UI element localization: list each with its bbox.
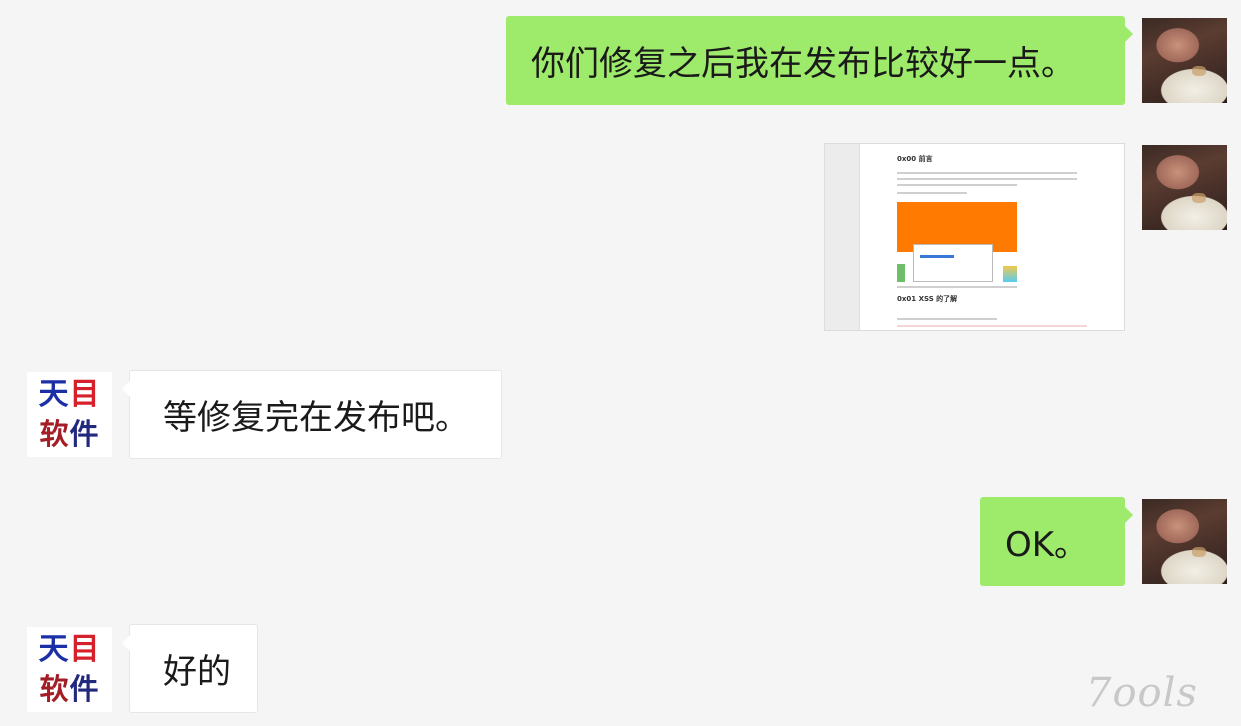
image-text-line [897,184,1017,186]
message-bubble-incoming[interactable]: 等修复完在发布吧。 [122,370,502,459]
image-text-line [897,325,1087,327]
image-text-line [897,192,967,194]
image-thumbnail [897,264,905,282]
image-doc-title: 0x00 前言 [897,155,933,163]
contact-avatar-logo[interactable]: 天目 软件 [27,372,112,457]
image-text-line [897,286,1017,288]
message-bubble-outgoing[interactable]: 你们修复之后我在发布比较好一点。 [506,16,1133,105]
image-message[interactable]: 0x00 前言 0x01 XSS 的了解 [824,143,1125,331]
message-bubble-incoming[interactable]: 好的 [122,624,258,713]
contact-avatar-logo[interactable]: 天目 软件 [27,627,112,712]
image-text-line [897,318,997,320]
image-text-line [897,178,1077,180]
image-dialog [913,244,993,282]
watermark-logo: 7ools [1086,670,1198,716]
my-avatar[interactable] [1142,499,1227,584]
image-sidebar-strip [825,144,860,330]
image-doc-subtitle: 0x01 XSS 的了解 [897,295,958,303]
my-avatar[interactable] [1142,18,1227,103]
image-text-line [897,172,1077,174]
message-bubble-outgoing[interactable]: OK。 [980,497,1133,586]
my-avatar[interactable] [1142,145,1227,230]
image-thumbnail [1003,266,1017,282]
